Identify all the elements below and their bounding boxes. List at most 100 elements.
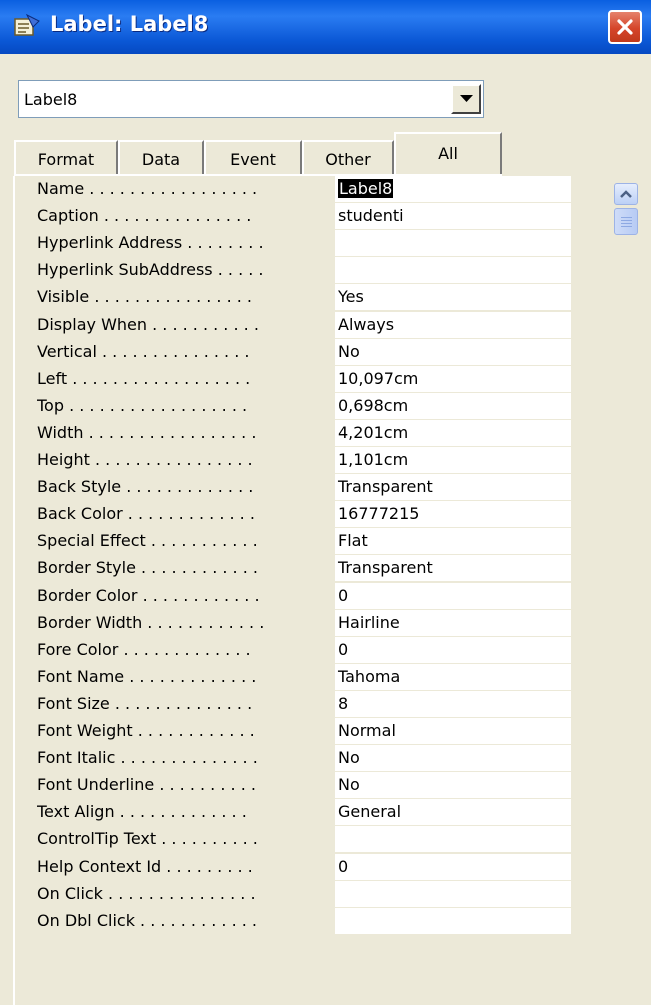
object-selector-dropdown-button[interactable] [451, 84, 481, 114]
property-label: Font Italic . . . . . . . . . . . . . . [37, 748, 258, 768]
property-value-field[interactable] [335, 880, 571, 907]
property-row[interactable]: Fore Color . . . . . . . . . . . . . 0 [15, 636, 603, 664]
property-value-field[interactable]: General [335, 799, 571, 826]
title-bar[interactable]: Label: Label8 [0, 0, 651, 54]
property-value-field[interactable]: 10,097cm [335, 365, 571, 392]
scroll-thumb-grip [621, 220, 632, 221]
property-row[interactable]: Font Weight . . . . . . . . . . . . Norma… [15, 718, 603, 745]
property-value: Yes [338, 287, 364, 307]
property-value: studenti [338, 206, 404, 226]
property-row[interactable]: On Dbl Click . . . . . . . . . . . . [15, 907, 603, 935]
property-row[interactable]: ControlTip Text . . . . . . . . . . [15, 826, 603, 853]
property-row[interactable]: Help Context Id . . . . . . . . . 0 [15, 853, 603, 881]
property-label: Font Weight . . . . . . . . . . . . [37, 721, 255, 740]
property-value-field[interactable] [335, 826, 571, 853]
property-row[interactable]: Font Italic . . . . . . . . . . . . . . N… [15, 745, 603, 772]
property-value-field[interactable]: Label8 [335, 176, 571, 202]
property-value-field[interactable]: Hairline [335, 609, 571, 636]
vertical-scrollbar[interactable] [608, 176, 645, 1005]
property-row[interactable]: Vertical . . . . . . . . . . . . . . . No [15, 338, 603, 366]
property-value-field[interactable]: 0 [335, 582, 571, 609]
tab-data[interactable]: Data [118, 140, 204, 174]
property-row[interactable]: Border Color . . . . . . . . . . . . 0 [15, 582, 603, 610]
property-value-field[interactable]: studenti [335, 203, 571, 230]
property-value-field[interactable]: 0 [335, 636, 571, 663]
property-row[interactable]: Visible . . . . . . . . . . . . . . . . Y… [15, 284, 603, 311]
property-value: 0 [338, 639, 349, 659]
properties-sheet-icon [13, 13, 41, 39]
property-label: Back Color . . . . . . . . . . . . . [37, 504, 255, 524]
property-row[interactable]: Back Color . . . . . . . . . . . . . 1677… [15, 501, 603, 528]
tab-other[interactable]: Other [302, 140, 394, 174]
property-label: Font Size . . . . . . . . . . . . . . [37, 693, 253, 713]
property-row[interactable]: Border Style . . . . . . . . . . . . Tran… [15, 555, 603, 582]
window-title: Label: Label8 [50, 12, 209, 36]
property-label: Width . . . . . . . . . . . . . . . . . [37, 422, 257, 442]
property-row[interactable]: Height . . . . . . . . . . . . . . . . 1,… [15, 447, 603, 474]
property-row[interactable]: Hyperlink Address . . . . . . . . [15, 230, 603, 257]
property-value-field[interactable]: Transparent [335, 474, 571, 501]
property-value-field[interactable] [335, 907, 571, 934]
property-value-field[interactable]: No [335, 338, 571, 365]
property-label: On Dbl Click . . . . . . . . . . . . [37, 910, 258, 930]
property-row[interactable]: Left . . . . . . . . . . . . . . . . . .… [15, 365, 603, 393]
property-row[interactable]: Border Width . . . . . . . . . . . . Hair… [15, 609, 603, 637]
property-row[interactable]: Special Effect . . . . . . . . . . . Flat [15, 528, 603, 555]
property-row[interactable]: Text Align . . . . . . . . . . . . . Gene… [15, 799, 603, 826]
tab-all[interactable]: All [394, 132, 502, 174]
property-row[interactable]: Font Size . . . . . . . . . . . . . . 8 [15, 690, 603, 718]
tab-format[interactable]: Format [14, 140, 118, 174]
property-row[interactable]: Back Style . . . . . . . . . . . . . Tran… [15, 474, 603, 501]
property-value-field[interactable] [335, 230, 571, 257]
property-label: Display When . . . . . . . . . . . [37, 314, 259, 334]
property-label: Help Context Id . . . . . . . . . [37, 856, 253, 876]
property-label: Vertical . . . . . . . . . . . . . . . [37, 341, 250, 361]
property-row[interactable]: Font Name . . . . . . . . . . . . . Tahom… [15, 663, 603, 691]
property-value: 10,097cm [338, 368, 419, 388]
property-value-field[interactable]: No [335, 745, 571, 772]
property-row[interactable]: On Click . . . . . . . . . . . . . . . [15, 880, 603, 908]
property-grid: Name . . . . . . . . . . . . . . . . . La… [13, 176, 603, 1005]
property-value: No [338, 775, 360, 795]
scroll-thumb-grip [621, 226, 632, 227]
property-tabs: Format Data Event Other All [0, 132, 651, 174]
property-row[interactable]: Display When . . . . . . . . . . . Always [15, 311, 603, 339]
property-value-field[interactable]: Yes [335, 284, 571, 311]
property-value-field[interactable]: Transparent [335, 555, 571, 582]
property-value-field[interactable]: 8 [335, 690, 571, 717]
property-row[interactable]: Width . . . . . . . . . . . . . . . . . 4… [15, 419, 603, 447]
property-value: Normal [338, 721, 396, 740]
property-row[interactable]: Top . . . . . . . . . . . . . . . . . . 0… [15, 392, 603, 420]
property-value-field[interactable]: Always [335, 311, 571, 338]
property-value-field[interactable]: 1,101cm [335, 447, 571, 473]
property-value: Transparent [338, 477, 433, 497]
scroll-thumb[interactable] [614, 208, 638, 235]
tab-event[interactable]: Event [204, 140, 302, 174]
property-value-field[interactable]: Normal [335, 718, 571, 744]
property-row[interactable]: Font Underline . . . . . . . . . . No [15, 772, 603, 799]
property-value: 1,101cm [338, 450, 409, 469]
property-value-field[interactable]: 0,698cm [335, 392, 571, 419]
property-value: Flat [338, 531, 368, 551]
property-value-field[interactable]: 16777215 [335, 501, 571, 528]
property-value-field[interactable]: Tahoma [335, 663, 571, 690]
property-row[interactable]: Name . . . . . . . . . . . . . . . . . La… [15, 176, 603, 203]
property-value-field[interactable]: No [335, 772, 571, 799]
property-value: Tahoma [338, 666, 401, 686]
property-value: Hairline [338, 612, 400, 632]
property-value: Transparent [338, 558, 433, 578]
property-label: On Click . . . . . . . . . . . . . . . [37, 883, 256, 903]
property-label: Height . . . . . . . . . . . . . . . . [37, 450, 253, 469]
property-value-field[interactable] [335, 257, 571, 284]
property-value: No [338, 341, 360, 361]
property-row[interactable]: Hyperlink SubAddress . . . . . [15, 257, 603, 284]
property-value-field[interactable]: Flat [335, 528, 571, 555]
property-value-field[interactable]: 0 [335, 853, 571, 880]
property-row[interactable]: Caption . . . . . . . . . . . . . . . stu… [15, 203, 603, 230]
object-selector[interactable]: Label8 [18, 80, 484, 118]
property-label: Name . . . . . . . . . . . . . . . . . [37, 179, 258, 198]
property-value-field[interactable]: 4,201cm [335, 419, 571, 446]
property-label: Fore Color . . . . . . . . . . . . . [37, 639, 251, 659]
scroll-up-button[interactable] [614, 183, 638, 205]
close-button[interactable] [608, 10, 642, 44]
